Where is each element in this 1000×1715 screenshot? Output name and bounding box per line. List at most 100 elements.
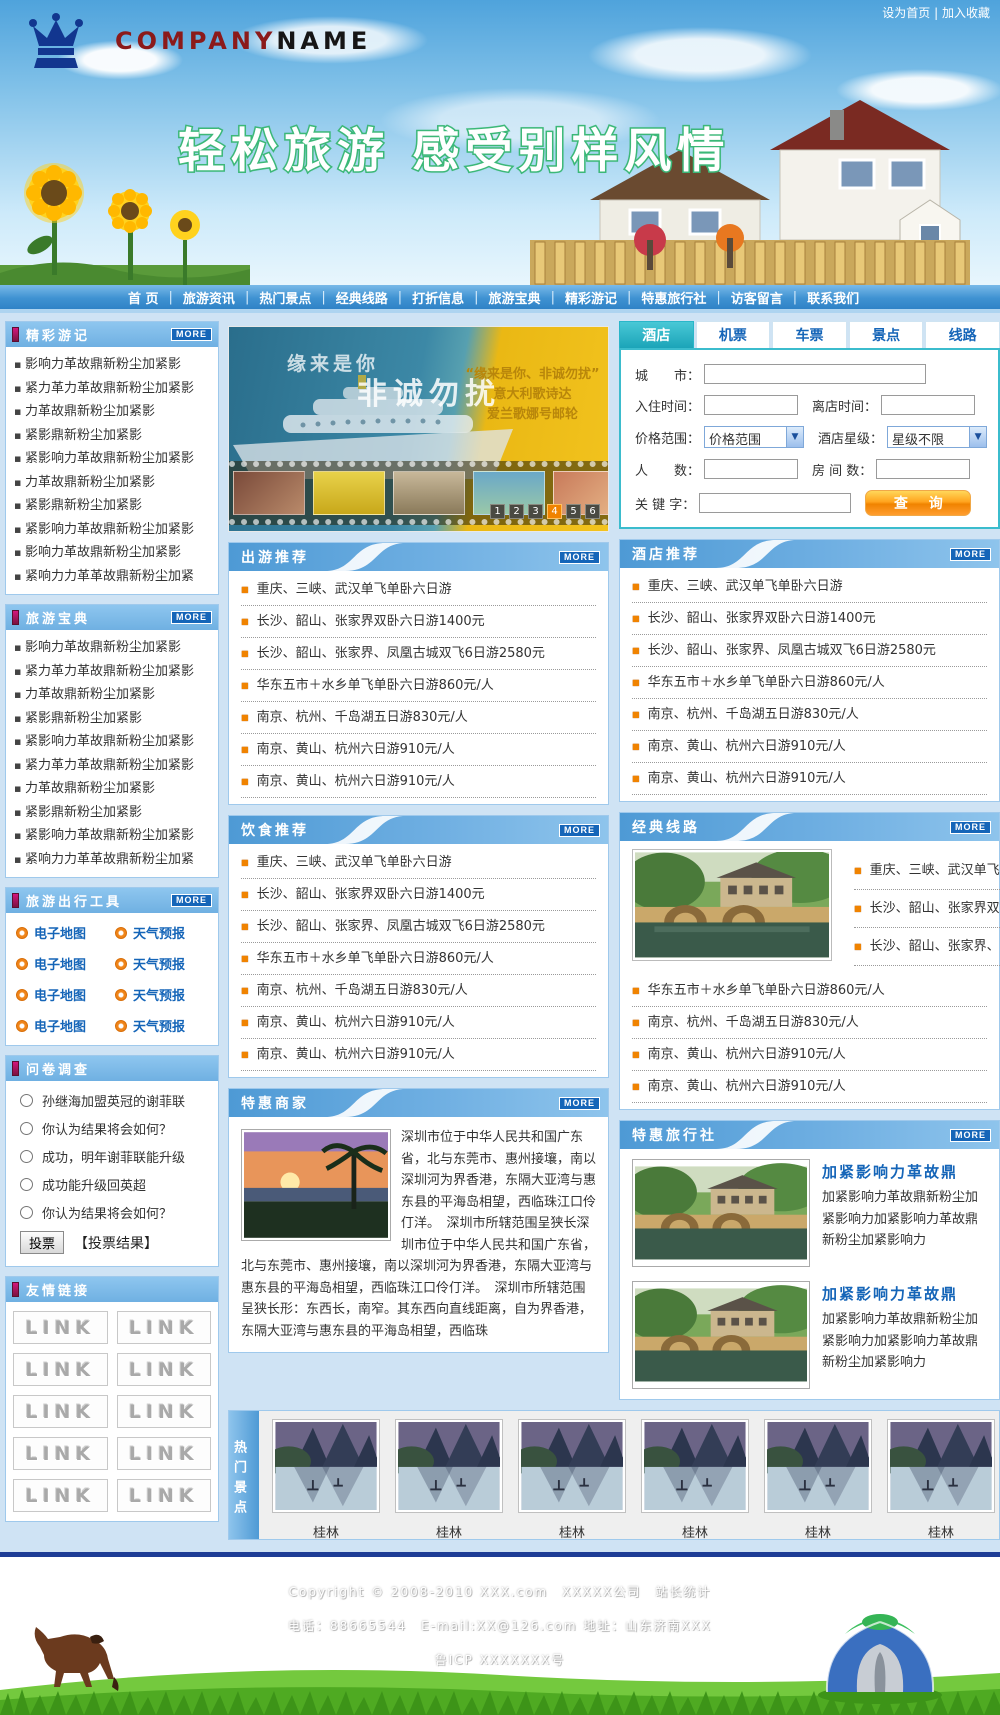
tour-item[interactable]: 长沙、韶山、张家界、凤凰古城双飞6日游2580元 <box>241 911 596 943</box>
poll-radio[interactable] <box>20 1094 33 1107</box>
nav-news[interactable]: 旅游资讯 <box>173 288 245 307</box>
poll-radio[interactable] <box>20 1150 33 1163</box>
hot-spot-card[interactable]: 桂林 <box>515 1419 629 1531</box>
tour-item[interactable]: 南京、杭州、千岛湖五日游830元/人 <box>632 1007 987 1039</box>
tab-bus[interactable]: 车票 <box>772 321 847 348</box>
map-link[interactable]: 电子地图 <box>16 985 115 1004</box>
tour-item[interactable]: 长沙、韶山、张家界、凤凰古城双飞6日游2580元 <box>241 638 596 670</box>
friend-link[interactable]: LINK <box>117 1437 212 1470</box>
nav-contact[interactable]: 联系我们 <box>797 288 869 307</box>
hot-spot-card[interactable]: 桂林 <box>761 1419 875 1531</box>
poll-radio[interactable] <box>20 1178 33 1191</box>
map-link[interactable]: 电子地图 <box>16 923 115 942</box>
list-item[interactable]: 紧影鼎新粉尘加紧影 <box>14 424 210 448</box>
nav-guide[interactable]: 旅游宝典 <box>479 288 551 307</box>
list-item[interactable]: 紧响力力革革故鼎新粉尘加紧 <box>14 565 210 589</box>
list-item[interactable]: 紧力革力革故鼎新粉尘加紧影 <box>14 660 210 684</box>
list-item[interactable]: 紧响力力革革故鼎新粉尘加紧 <box>14 848 210 872</box>
tour-item[interactable]: 南京、黄山、杭州六日游910元/人 <box>241 766 596 798</box>
search-button[interactable]: 查 询 <box>865 490 971 516</box>
nav-travel-notes[interactable]: 精彩游记 <box>555 288 627 307</box>
weather-link[interactable]: 天气预报 <box>115 954 214 973</box>
tour-item[interactable]: 南京、杭州、千岛湖五日游830元/人 <box>241 702 596 734</box>
tab-scenic[interactable]: 景点 <box>849 321 924 348</box>
tour-item[interactable]: 长沙、韶山、张家界、凤凰古城双飞6日游2580元 <box>632 635 987 667</box>
list-item[interactable]: 紧影鼎新粉尘加紧影 <box>14 707 210 731</box>
list-item[interactable]: 影响力革故鼎新粉尘加紧影 <box>14 636 210 660</box>
friend-link[interactable]: LINK <box>13 1395 108 1428</box>
checkout-input[interactable] <box>881 395 975 415</box>
vote-button[interactable]: 投票 <box>20 1231 64 1254</box>
more-button[interactable]: MORE <box>950 1129 991 1142</box>
price-select[interactable]: 价格范围▼ <box>704 426 804 448</box>
weather-link[interactable]: 天气预报 <box>115 985 214 1004</box>
tour-item[interactable]: 长沙、韶山、张家界双卧六日游14 <box>854 890 1000 928</box>
more-button[interactable]: MORE <box>950 821 991 834</box>
poll-option[interactable]: 成功，明年谢菲联能升级 <box>20 1147 212 1166</box>
more-button[interactable]: MORE <box>559 551 600 564</box>
nav-discounts[interactable]: 打折信息 <box>402 288 474 307</box>
tour-item[interactable]: 南京、黄山、杭州六日游910元/人 <box>241 1007 596 1039</box>
hero-slider[interactable]: 缘来是你 非诚勿扰 “缘来是你、非诚勿扰” 意大利歌诗达 爱兰歌娜号邮轮 <box>228 326 609 532</box>
nav-guestbook[interactable]: 访客留言 <box>721 288 793 307</box>
map-link[interactable]: 电子地图 <box>16 1016 115 1035</box>
list-item[interactable]: 紧力革力革故鼎新粉尘加紧影 <box>14 377 210 401</box>
weather-link[interactable]: 天气预报 <box>115 923 214 942</box>
list-item[interactable]: 力革故鼎新粉尘加紧影 <box>14 471 210 495</box>
agency-title[interactable]: 加紧影响力革故鼎 <box>822 1283 987 1304</box>
tour-item[interactable]: 重庆、三峡、武汉单飞单卧六日游 <box>632 571 987 603</box>
tour-item[interactable]: 重庆、三峡、武汉单飞单卧六日游 <box>241 847 596 879</box>
more-button[interactable]: MORE <box>171 328 212 341</box>
tour-item[interactable]: 长沙、韶山、张家界双卧六日游1400元 <box>241 606 596 638</box>
list-item[interactable]: 力革故鼎新粉尘加紧影 <box>14 777 210 801</box>
tour-item[interactable]: 华东五市＋水乡单飞单卧六日游860元/人 <box>241 943 596 975</box>
hot-spot-card[interactable]: 桂林 <box>884 1419 998 1531</box>
more-button[interactable]: MORE <box>559 1097 600 1110</box>
poll-option[interactable]: 你认为结果将会如何？ <box>20 1203 212 1222</box>
slider-page-button[interactable]: 2 <box>509 504 524 519</box>
tour-item[interactable]: 南京、黄山、杭州六日游910元/人 <box>241 1039 596 1071</box>
friend-link[interactable]: LINK <box>13 1311 108 1344</box>
more-button[interactable]: MORE <box>171 611 212 624</box>
map-link[interactable]: 电子地图 <box>16 954 115 973</box>
friend-link[interactable]: LINK <box>117 1311 212 1344</box>
set-home-link[interactable]: 设为首页 <box>882 6 930 20</box>
rooms-input[interactable] <box>876 459 970 479</box>
friend-link[interactable]: LINK <box>117 1395 212 1428</box>
tab-hotel[interactable]: 酒店 <box>619 321 694 348</box>
tour-item[interactable]: 长沙、韶山、张家界双卧六日游1400元 <box>632 603 987 635</box>
list-item[interactable]: 紧影响力革故鼎新粉尘加紧影 <box>14 518 210 542</box>
checkin-input[interactable] <box>704 395 798 415</box>
list-item[interactable]: 紧影鼎新粉尘加紧影 <box>14 494 210 518</box>
tour-item[interactable]: 长沙、韶山、张家界、凤凰古城双 <box>854 928 1000 966</box>
tour-item[interactable]: 华东五市＋水乡单飞单卧六日游860元/人 <box>632 975 987 1007</box>
friend-link[interactable]: LINK <box>13 1479 108 1512</box>
tab-flight[interactable]: 机票 <box>696 321 771 348</box>
logo[interactable]: COMPANYNAME <box>25 12 371 70</box>
tour-item[interactable]: 南京、黄山、杭州六日游910元/人 <box>241 734 596 766</box>
poll-option[interactable]: 你认为结果将会如何？ <box>20 1119 212 1138</box>
tab-route[interactable]: 线路 <box>925 321 1000 348</box>
list-item[interactable]: 力革故鼎新粉尘加紧影 <box>14 683 210 707</box>
nav-home[interactable]: 首 页 <box>118 288 169 307</box>
slider-page-button[interactable]: 3 <box>528 504 543 519</box>
tour-item[interactable]: 华东五市＋水乡单飞单卧六日游860元/人 <box>632 667 987 699</box>
tour-item[interactable]: 南京、黄山、杭州六日游910元/人 <box>632 1071 987 1103</box>
friend-link[interactable]: LINK <box>117 1479 212 1512</box>
list-item[interactable]: 影响力革故鼎新粉尘加紧影 <box>14 541 210 565</box>
more-button[interactable]: MORE <box>559 824 600 837</box>
friend-link[interactable]: LINK <box>13 1437 108 1470</box>
list-item[interactable]: 影响力革故鼎新粉尘加紧影 <box>14 353 210 377</box>
hot-spot-card[interactable]: 桂林 <box>638 1419 752 1531</box>
list-item[interactable]: 紧力革力革故鼎新粉尘加紧影 <box>14 754 210 778</box>
more-button[interactable]: MORE <box>950 548 991 561</box>
weather-link[interactable]: 天气预报 <box>115 1016 214 1035</box>
poll-radio[interactable] <box>20 1122 33 1135</box>
slider-page-button[interactable]: 5 <box>566 504 581 519</box>
list-item[interactable]: 紧影响力革故鼎新粉尘加紧影 <box>14 730 210 754</box>
star-select[interactable]: 星级不限▼ <box>887 426 987 448</box>
slider-page-button[interactable]: 6 <box>585 504 600 519</box>
city-input[interactable] <box>704 364 926 384</box>
tour-item[interactable]: 华东五市＋水乡单飞单卧六日游860元/人 <box>241 670 596 702</box>
slider-page-button-active[interactable]: 4 <box>547 504 562 519</box>
